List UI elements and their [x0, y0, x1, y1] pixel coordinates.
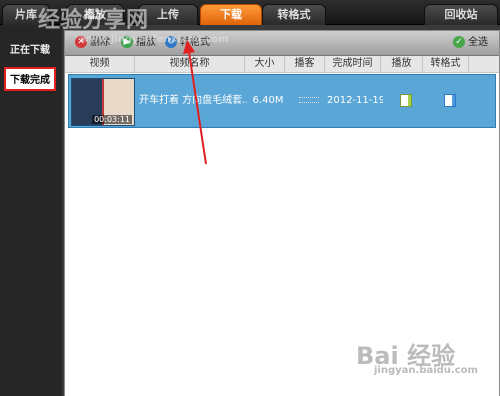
checkmark-icon: ✓ — [453, 36, 465, 48]
watermark-top: 经验分享网 — [38, 8, 149, 33]
column-header-size[interactable]: 大小 — [245, 56, 285, 72]
watermark-top-sub: www.jingyanfenxiang.com — [80, 34, 229, 45]
column-header-finished[interactable]: 完成时间 — [325, 56, 381, 72]
tab-convert[interactable]: 转格式 — [262, 4, 326, 25]
table-row[interactable]: 00:03:11 开车打着 方向盘毛绒套... 6.40M 2012-11-19 — [68, 74, 496, 128]
video-podcast — [289, 75, 329, 127]
row-convert-button[interactable] — [427, 75, 473, 127]
select-all-button[interactable]: ✓ 全选 — [453, 35, 488, 51]
play-file-icon — [400, 93, 412, 107]
column-header-play[interactable]: 播放 — [381, 56, 423, 72]
thumbnail-duration: 00:03:11 — [92, 115, 132, 124]
sidebar-item-downloaded[interactable]: 下载完成 — [4, 67, 56, 91]
video-finished-time: 2012-11-19 — [327, 95, 383, 106]
sidebar: 正在下载 下载完成 — [0, 25, 62, 396]
tab-recycle-bin[interactable]: 回收站 — [424, 4, 498, 25]
video-thumbnail[interactable]: 00:03:11 — [71, 78, 135, 126]
watermark-bottom-sub: jingyan.baidu.com — [374, 365, 478, 376]
row-play-button[interactable] — [385, 75, 427, 127]
app-window: 片库 播放 上传 下载 转格式 回收站 正在下载 下载完成 ✕ 删除 ▶ 播放 ↻ 转… — [0, 0, 500, 396]
tab-download[interactable]: 下载 — [200, 4, 262, 25]
column-header-podcast[interactable]: 播客 — [285, 56, 325, 72]
table-header: 视频 视频名称 大小 播客 完成时间 播放 转格式 — [65, 56, 499, 73]
video-size: 6.40M — [252, 95, 284, 106]
video-name: 开车打着 方向盘毛绒套... — [139, 95, 247, 106]
column-header-video[interactable]: 视频 — [65, 56, 135, 72]
column-header-convert[interactable]: 转格式 — [423, 56, 469, 72]
sidebar-item-downloading[interactable]: 正在下载 — [2, 39, 58, 63]
podcast-placeholder — [299, 97, 319, 103]
column-header-name[interactable]: 视频名称 — [135, 56, 245, 72]
convert-file-icon — [444, 93, 456, 107]
select-all-label: 全选 — [468, 37, 488, 48]
